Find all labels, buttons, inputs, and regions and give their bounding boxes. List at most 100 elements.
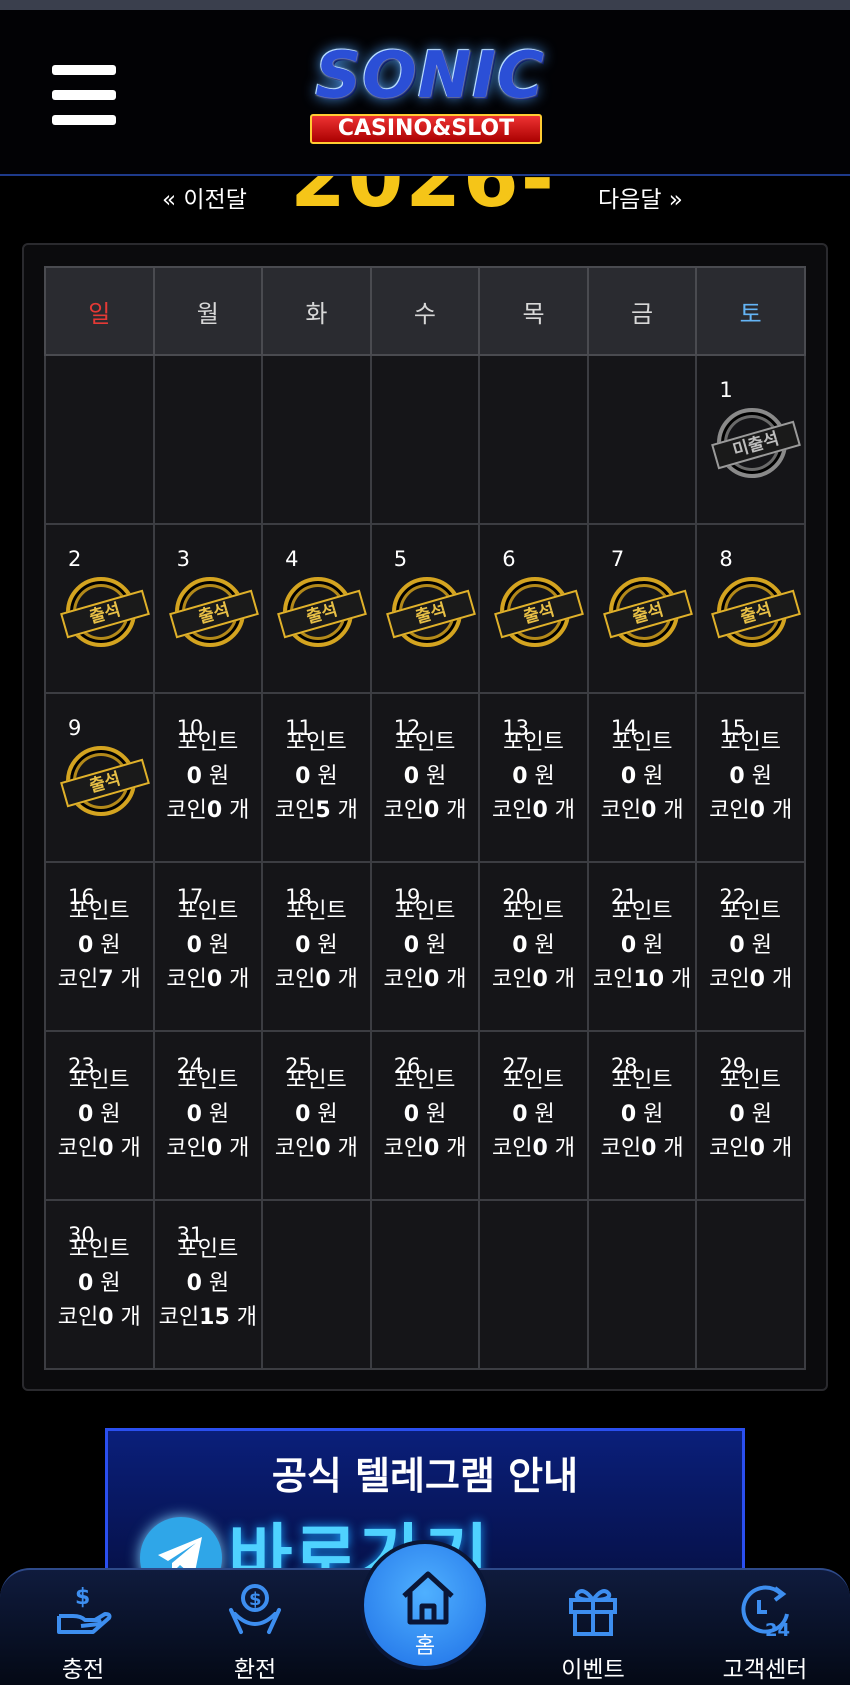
reward-info: 포인트 0 원 코인0 개: [155, 895, 262, 997]
calendar-day-cell: 23 포인트 0 원 코인0 개: [44, 1030, 155, 1201]
weekday-header: 토: [695, 266, 806, 356]
menu-icon[interactable]: [52, 65, 116, 125]
coin-amount: 코인0 개: [263, 1132, 370, 1166]
point-amount: 0 원: [263, 1098, 370, 1132]
point-value: 0: [729, 764, 745, 789]
calendar-day-cell: 17 포인트 0 원 코인0 개: [152, 861, 264, 1032]
won-suffix: 원: [636, 764, 664, 789]
reward-info: 포인트 0 원 코인0 개: [46, 1233, 153, 1335]
calendar-empty-cell: [369, 1199, 481, 1370]
calendar-day-cell: 30 포인트 0 원 코인0 개: [44, 1199, 155, 1370]
coin-suffix: 개: [439, 798, 467, 823]
calendar-empty-cell: [586, 354, 698, 525]
site-logo[interactable]: SONIC CASINO&SLOT: [270, 32, 590, 152]
stamp-label: 미출석: [711, 420, 802, 470]
coin-label: 코인: [492, 967, 533, 992]
calendar-day-cell: 10 포인트 0 원 코인0 개: [152, 692, 264, 863]
svg-text:$: $: [249, 1589, 262, 1610]
next-month-link[interactable]: 다음달 »: [598, 180, 683, 214]
coin-amount: 코인0 개: [697, 963, 804, 997]
calendar-empty-cell: [261, 354, 372, 525]
missed-stamp-icon: 미출석: [711, 408, 802, 478]
point-label: 포인트: [503, 1068, 564, 1093]
won-suffix: 원: [419, 933, 447, 958]
coin-label: 코인: [709, 798, 750, 823]
coin-suffix: 개: [439, 1136, 467, 1161]
reward-info: 포인트 0 원 코인0 개: [697, 726, 804, 828]
reward-info: 포인트 0 원 코인0 개: [589, 726, 696, 828]
stamp-label: 출석: [711, 589, 802, 639]
coin-suffix: 개: [764, 967, 793, 992]
coin-amount: 코인0 개: [155, 1132, 262, 1166]
coin-suffix: 개: [330, 1136, 358, 1161]
point-amount: 0 원: [155, 1098, 262, 1132]
reward-info: 포인트 0 원 코인0 개: [263, 1064, 370, 1166]
prev-month-link[interactable]: « 이전달: [162, 180, 247, 214]
point-value: 0: [403, 764, 419, 789]
reward-info: 포인트 0 원 코인0 개: [46, 1064, 153, 1166]
gift-icon: [569, 1589, 617, 1636]
reward-info: 포인트 0 원 코인0 개: [480, 726, 587, 828]
coin-value: 7: [98, 967, 114, 992]
coin-value: 0: [206, 1136, 223, 1161]
point-amount: 0 원: [155, 1267, 262, 1301]
coin-amount: 코인0 개: [155, 963, 262, 997]
point-value: 0: [620, 933, 637, 958]
withdraw-icon: $: [229, 1584, 281, 1634]
reward-info: 포인트 0 원 코인0 개: [372, 895, 479, 997]
nav-withdraw[interactable]: $ 환전: [190, 1570, 320, 1685]
calendar-day-cell: 14 포인트 0 원 코인0 개: [586, 692, 698, 863]
reward-info: 포인트 0 원 코인0 개: [480, 895, 587, 997]
nav-support[interactable]: 24 고객센터: [700, 1570, 830, 1685]
calendar-day-cell: 8 출석: [695, 523, 806, 694]
calendar-day-cell: 9 출석: [44, 692, 155, 863]
coin-label: 코인: [166, 967, 207, 992]
attendance-stamp-icon: 출석: [60, 746, 150, 816]
reward-info: 포인트 0 원 코인0 개: [263, 895, 370, 997]
logo-main-text: SONIC: [315, 39, 545, 113]
nav-event[interactable]: 이벤트: [528, 1570, 658, 1685]
reward-info: 포인트 0 원 코인5 개: [263, 726, 370, 828]
point-amount: 0 원: [480, 760, 587, 794]
coin-amount: 코인0 개: [589, 794, 696, 828]
point-label: 포인트: [177, 1068, 239, 1093]
point-label: 포인트: [720, 899, 782, 924]
reward-info: 포인트 0 원 코인0 개: [372, 1064, 479, 1166]
calendar-week-row: 16 포인트 0 원 코인7 개 17 포인트 0 원 코인0 개 18 포인트 0 원 코인0 개1…: [44, 861, 806, 1032]
day-number: 4: [285, 547, 299, 571]
calendar-day-cell: 6 출석: [478, 523, 589, 694]
coin-suffix: 개: [664, 967, 692, 992]
coin-value: 0: [641, 1136, 657, 1161]
coin-amount: 코인0 개: [480, 794, 587, 828]
nav-deposit[interactable]: $ 충전: [18, 1570, 148, 1685]
point-label: 포인트: [394, 1068, 456, 1093]
calendar-empty-cell: [695, 1199, 806, 1370]
coin-value: 0: [206, 967, 223, 992]
point-amount: 0 원: [46, 1098, 153, 1132]
calendar-day-cell: 5 출석: [369, 523, 481, 694]
coin-label: 코인: [274, 1136, 316, 1161]
coin-amount: 코인0 개: [263, 963, 370, 997]
coin-suffix: 개: [547, 798, 576, 823]
point-value: 0: [512, 933, 528, 958]
top-border: [0, 0, 850, 10]
day-number: 6: [502, 547, 516, 571]
won-suffix: 원: [93, 1271, 121, 1296]
point-label: 포인트: [177, 1237, 239, 1262]
won-suffix: 원: [419, 764, 447, 789]
point-label: 포인트: [394, 730, 456, 755]
calendar-empty-cell: [44, 354, 155, 525]
coin-label: 코인: [383, 967, 424, 992]
coin-suffix: 개: [330, 967, 358, 992]
coin-value: 0: [641, 798, 657, 823]
nav-home[interactable]: 홈: [360, 1540, 490, 1670]
attendance-stamp-icon: 출석: [711, 577, 802, 647]
point-value: 0: [186, 1102, 202, 1127]
coin-suffix: 개: [222, 798, 250, 823]
coin-amount: 코인0 개: [480, 1132, 587, 1166]
coin-amount: 코인0 개: [589, 1132, 696, 1166]
coin-value: 0: [749, 967, 765, 992]
coin-suffix: 개: [222, 1136, 250, 1161]
coin-value: 15: [199, 1305, 230, 1330]
calendar-day-cell: 27 포인트 0 원 코인0 개: [478, 1030, 589, 1201]
